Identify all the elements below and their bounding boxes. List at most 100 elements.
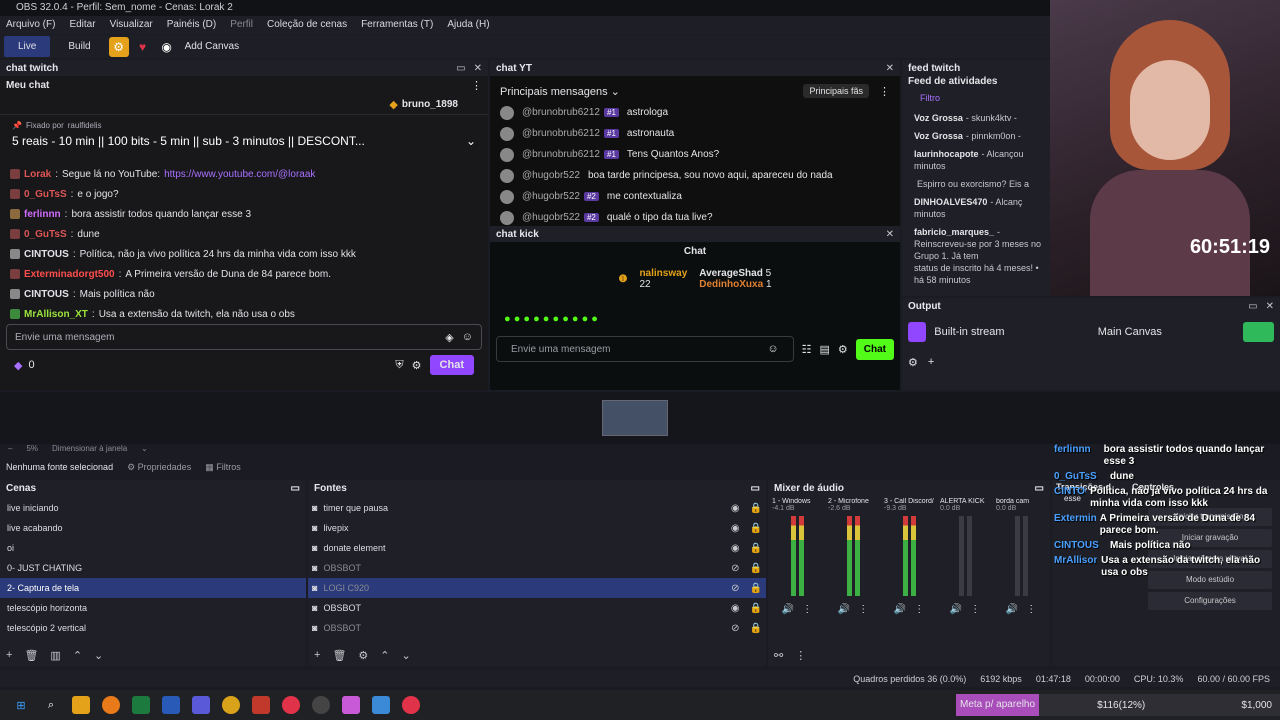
volume-meter[interactable]	[828, 516, 878, 596]
close-icon[interactable]: ✕	[886, 63, 894, 74]
live-tab[interactable]: Live	[4, 36, 51, 57]
volume-meter[interactable]	[996, 516, 1046, 596]
settings-icon[interactable]: ⚙	[838, 343, 848, 356]
source-item[interactable]: ◙ OBSBOT ⊘ 🔒	[308, 618, 766, 638]
pinned-message[interactable]: 📌 Fixado por raulfidelis 5 reais - 10 min …	[0, 114, 488, 160]
chat-tab[interactable]: Meu chat	[6, 80, 49, 91]
volume-meter[interactable]	[772, 516, 822, 596]
gear-icon[interactable]: ⚙	[108, 36, 129, 57]
lock-icon[interactable]: 🔒	[750, 623, 762, 634]
arrow-up-icon[interactable]: ⌃	[73, 649, 82, 662]
more-icon[interactable]: ⋮	[879, 85, 890, 98]
yt-user[interactable]: @hugobr522	[522, 191, 580, 202]
chat-input[interactable]: Envie uma mensagem ◈ ☺	[6, 324, 482, 350]
yt-user[interactable]: @hugobr522	[522, 212, 580, 223]
settings-icon[interactable]: ⚙	[358, 649, 368, 662]
github-icon[interactable]: ◉	[157, 37, 177, 57]
eye-off-icon[interactable]: ⊘	[731, 563, 739, 574]
feed-filter[interactable]: Filtro	[902, 87, 1050, 109]
link-icon[interactable]: ⚯	[774, 649, 783, 662]
more-icon[interactable]: ⋮	[970, 604, 980, 615]
add-icon[interactable]: +	[314, 649, 320, 662]
yt-user[interactable]: @hugobr522	[522, 170, 580, 181]
float-icon[interactable]: ▭	[456, 63, 465, 74]
chat-filter-dropdown[interactable]: Principais mensagens ⌄	[500, 85, 620, 98]
scene-item[interactable]: oi	[0, 538, 306, 558]
arrow-down-icon[interactable]: ⌄	[402, 649, 411, 662]
volume-meter[interactable]	[940, 516, 990, 596]
float-icon[interactable]: ▭	[751, 480, 760, 498]
chat-user[interactable]: 0_GuTsS	[24, 189, 67, 200]
arrow-down-icon[interactable]: ⌄	[94, 649, 103, 662]
add-icon[interactable]: +	[6, 649, 12, 662]
menu-profile[interactable]: Perfil	[230, 16, 253, 34]
yt-user[interactable]: @brunobrub6212	[522, 128, 600, 139]
lock-icon[interactable]: 🔒	[750, 603, 762, 614]
add-icon[interactable]: +	[928, 356, 934, 369]
chat-user[interactable]: MrAllison_XT	[24, 309, 88, 320]
word-icon[interactable]	[162, 696, 180, 714]
scene-item[interactable]: live acabando	[0, 518, 306, 538]
more-icon[interactable]: ⋮	[1026, 604, 1036, 615]
lock-icon[interactable]: 🔒	[750, 563, 762, 574]
media-icon[interactable]	[282, 696, 300, 714]
lock-icon[interactable]: 🔒	[750, 583, 762, 594]
more-icon[interactable]: ⋮	[795, 649, 806, 662]
app-icon[interactable]	[252, 696, 270, 714]
properties-button[interactable]: ⚙ Propriedades	[127, 462, 191, 473]
menu-scene-collection[interactable]: Coleção de cenas	[267, 16, 347, 34]
eye-off-icon[interactable]: ⊘	[731, 623, 739, 634]
build-tab[interactable]: Build	[54, 36, 104, 57]
menu-tools[interactable]: Ferramentas (T)	[361, 16, 433, 34]
menu-docks[interactable]: Painéis (D)	[167, 16, 216, 34]
float-icon[interactable]: ▭	[1035, 480, 1044, 498]
more-icon[interactable]: ⋮	[914, 604, 924, 615]
speaker-icon[interactable]: 🔊	[894, 604, 906, 615]
windows-icon[interactable]: ⊞	[12, 696, 30, 714]
chat-user[interactable]: ferlinnn	[24, 209, 61, 220]
users-icon[interactable]: ☷	[802, 343, 812, 356]
send-chat-button[interactable]: Chat	[429, 355, 474, 375]
speaker-icon[interactable]: 🔊	[950, 604, 962, 615]
more-icon[interactable]: ⋮	[802, 604, 812, 615]
settings-icon[interactable]: ⚙	[908, 356, 918, 369]
filters-button[interactable]: ▦ Filtros	[205, 462, 241, 473]
speaker-icon[interactable]: 🔊	[782, 604, 794, 615]
close-icon[interactable]: ✕	[1266, 301, 1274, 312]
chrome-icon[interactable]	[222, 696, 240, 714]
menu-view[interactable]: Visualizar	[110, 16, 153, 34]
eye-icon[interactable]: ◉	[731, 503, 740, 514]
speaker-icon[interactable]: 🔊	[1006, 604, 1018, 615]
speaker-icon[interactable]: 🔊	[838, 604, 850, 615]
yt-user[interactable]: @brunobrub6212	[522, 149, 600, 160]
lock-icon[interactable]: 🔒	[750, 543, 762, 554]
chat-user[interactable]: 0_GuTsS	[24, 229, 67, 240]
scene-item[interactable]: live iniciando	[0, 498, 306, 518]
source-item[interactable]: ◙ donate element ◉ 🔒	[308, 538, 766, 558]
lock-icon[interactable]: 🔒	[750, 523, 762, 534]
chat-user[interactable]: CINTOUS	[24, 249, 69, 260]
yt-user[interactable]: @brunobrub6212	[522, 107, 600, 118]
bits-icon[interactable]: ◈	[445, 331, 453, 344]
lock-icon[interactable]: 🔒	[750, 503, 762, 514]
arrow-up-icon[interactable]: ⌃	[380, 649, 389, 662]
preview-area[interactable]	[0, 392, 1280, 444]
eye-icon[interactable]: ◉	[731, 543, 740, 554]
menu-edit[interactable]: Editar	[69, 16, 95, 34]
kick-chat-input[interactable]: Envie uma mensagem ☺	[496, 336, 794, 362]
chat-link[interactable]: https://www.youtube.com/@loraak	[164, 169, 315, 180]
zoom-level[interactable]: 5%	[26, 444, 38, 456]
float-icon[interactable]: ▭	[1248, 301, 1257, 312]
folder-icon[interactable]	[72, 696, 90, 714]
eye-off-icon[interactable]: ⊘	[731, 583, 739, 594]
eye-icon[interactable]: ◉	[731, 603, 740, 614]
source-item[interactable]: ◙ timer que pausa ◉ 🔒	[308, 498, 766, 518]
gift-icon[interactable]: ▤	[819, 343, 829, 356]
shield-icon[interactable]: ⛨	[395, 359, 403, 372]
close-icon[interactable]: ✕	[886, 229, 894, 240]
chat-user[interactable]: CINTOUS	[24, 289, 69, 300]
source-item[interactable]: ◙ OBSBOT ⊘ 🔒	[308, 558, 766, 578]
add-canvas-button[interactable]: Add Canvas	[181, 36, 243, 57]
top-fans-button[interactable]: Principais fãs	[803, 84, 869, 98]
chat-user[interactable]: Lorak	[24, 169, 51, 180]
